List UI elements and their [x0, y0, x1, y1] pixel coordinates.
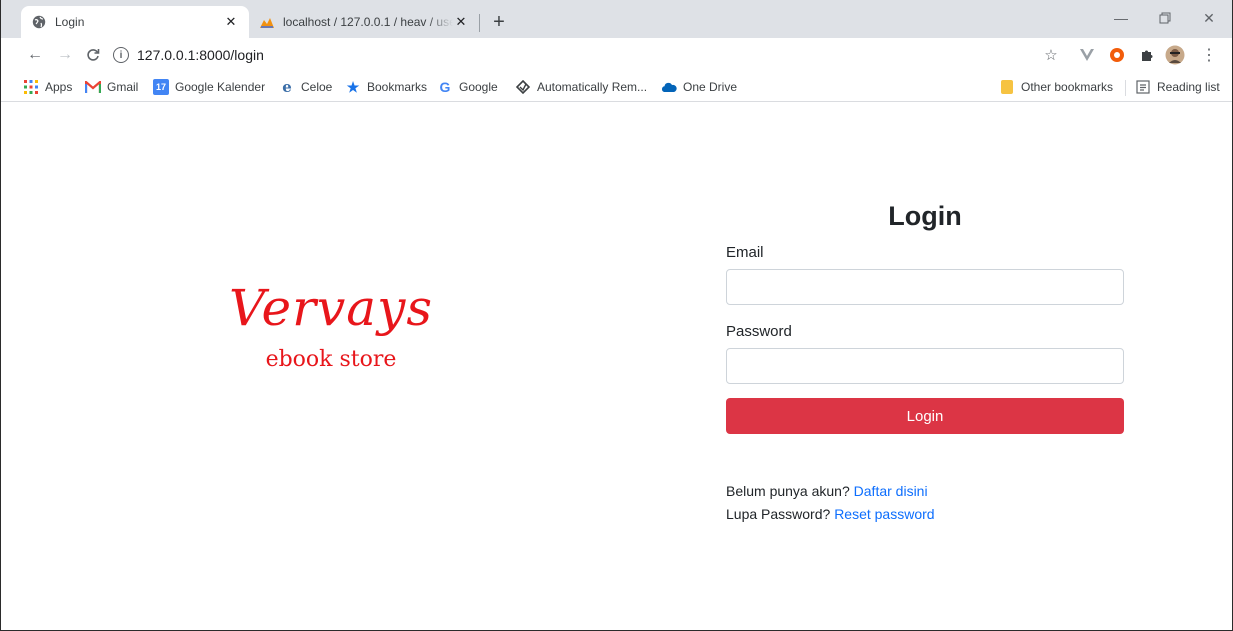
site-info-icon[interactable]: i — [113, 47, 129, 63]
password-label: Password — [726, 323, 792, 340]
register-link[interactable]: Daftar disini — [854, 483, 928, 499]
login-form: Login Email Password Login Belum punya a… — [726, 201, 1124, 526]
forgot-line: Lupa Password? Reset password — [726, 503, 1124, 526]
register-prompt: Belum punya akun? — [726, 483, 850, 499]
register-line: Belum punya akun? Daftar disini — [726, 480, 1124, 503]
tab-strip: Login ✕ localhost / 127.0.0.1 / heav / u… — [1, 0, 1232, 38]
close-tab-icon[interactable]: ✕ — [223, 14, 239, 30]
page-content: Vervays ebook store Login Email Password… — [1, 103, 1232, 630]
phpmyadmin-icon — [259, 14, 275, 30]
reading-list[interactable]: Reading list — [1135, 78, 1220, 96]
password-field[interactable] — [726, 348, 1124, 384]
bookmark-label: Google — [459, 80, 498, 94]
tab-title: Login — [55, 15, 85, 29]
bookmark-label: One Drive — [683, 80, 738, 94]
gmail-icon — [85, 79, 101, 95]
star-icon: ★ — [346, 78, 360, 95]
bookmark-label: Apps — [45, 80, 73, 94]
minimize-button[interactable]: — — [1099, 6, 1143, 30]
bookmark-gmail[interactable]: Gmail — [85, 78, 138, 96]
other-bookmarks[interactable]: Other bookmarks — [999, 78, 1113, 96]
bookmark-celoe[interactable]: e Celoe — [279, 78, 332, 96]
bookmark-google[interactable]: G Google — [437, 78, 498, 96]
extension-icon — [515, 79, 531, 95]
login-button[interactable]: Login — [726, 398, 1124, 434]
bookmark-star-icon[interactable]: ☆ — [1041, 45, 1061, 65]
extension-orange-icon[interactable] — [1107, 45, 1127, 65]
forgot-prompt: Lupa Password? — [726, 506, 831, 522]
login-title: Login — [888, 201, 962, 231]
tab-login[interactable]: Login ✕ — [21, 6, 249, 38]
bookmark-label: Bookmarks — [367, 80, 428, 94]
bookmark-label: Automatically Rem... — [537, 80, 648, 94]
puzzle-extensions-icon[interactable] — [1137, 45, 1157, 65]
email-label: Email — [726, 244, 764, 261]
bookmarks-divider — [1125, 80, 1126, 96]
close-tab-icon[interactable]: ✕ — [453, 14, 469, 30]
more-menu-icon[interactable]: ⋮ — [1199, 45, 1219, 65]
browser-toolbar: ← → i 127.0.0.1:8000/login ☆ ⋮ — [1, 38, 1232, 72]
address-bar[interactable]: i 127.0.0.1:8000/login — [113, 41, 1073, 69]
apps-grid-icon — [23, 79, 39, 95]
bookmark-bookmarks[interactable]: ★ Bookmarks — [345, 78, 427, 96]
bookmark-label: Celoe — [301, 80, 333, 94]
calendar-icon: 17 — [153, 79, 169, 95]
brand-tagline: ebook store — [265, 347, 397, 372]
folder-icon — [999, 79, 1015, 95]
globe-icon — [31, 14, 47, 30]
close-window-button[interactable]: ✕ — [1187, 6, 1231, 30]
vue-devtools-icon[interactable] — [1077, 45, 1097, 65]
bookmarks-bar: Apps Gmail 17 Google Kalender e Celoe ★ … — [1, 72, 1232, 102]
cloud-icon — [661, 79, 677, 95]
bookmark-label: Other bookmarks — [1021, 80, 1114, 94]
bookmark-one-drive[interactable]: One Drive — [661, 78, 737, 96]
tab-phpmyadmin[interactable]: localhost / 127.0.0.1 / heav / user ✕ — [249, 6, 479, 38]
address-text: 127.0.0.1:8000/login — [137, 47, 264, 63]
brand-logo: Vervays ebook store — [201, 283, 461, 372]
reload-icon[interactable] — [81, 43, 105, 67]
reset-password-link[interactable]: Reset password — [834, 506, 934, 522]
bookmark-label: Reading list — [1157, 80, 1220, 94]
tab-divider — [479, 14, 480, 32]
bookmark-apps[interactable]: Apps — [23, 78, 72, 96]
tab-title: localhost / 127.0.0.1 / heav / user — [283, 15, 453, 29]
bookmark-google-kalender[interactable]: 17 Google Kalender — [153, 78, 265, 96]
reading-list-icon — [1135, 79, 1151, 95]
forward-arrow-icon[interactable]: → — [53, 43, 77, 67]
edge-icon: e — [282, 78, 292, 96]
restore-button[interactable] — [1143, 6, 1187, 30]
browser-window: Login ✕ localhost / 127.0.0.1 / heav / u… — [0, 0, 1233, 631]
new-tab-button[interactable]: + — [487, 10, 511, 34]
bookmark-automatically-rem[interactable]: Automatically Rem... — [515, 78, 647, 96]
bookmark-label: Google Kalender — [175, 80, 266, 94]
brand-name: Vervays — [229, 279, 433, 337]
bookmark-label: Gmail — [107, 80, 139, 94]
profile-avatar[interactable] — [1165, 45, 1185, 65]
google-icon: G — [439, 79, 451, 95]
back-arrow-icon[interactable]: ← — [23, 43, 47, 67]
email-field[interactable] — [726, 269, 1124, 305]
